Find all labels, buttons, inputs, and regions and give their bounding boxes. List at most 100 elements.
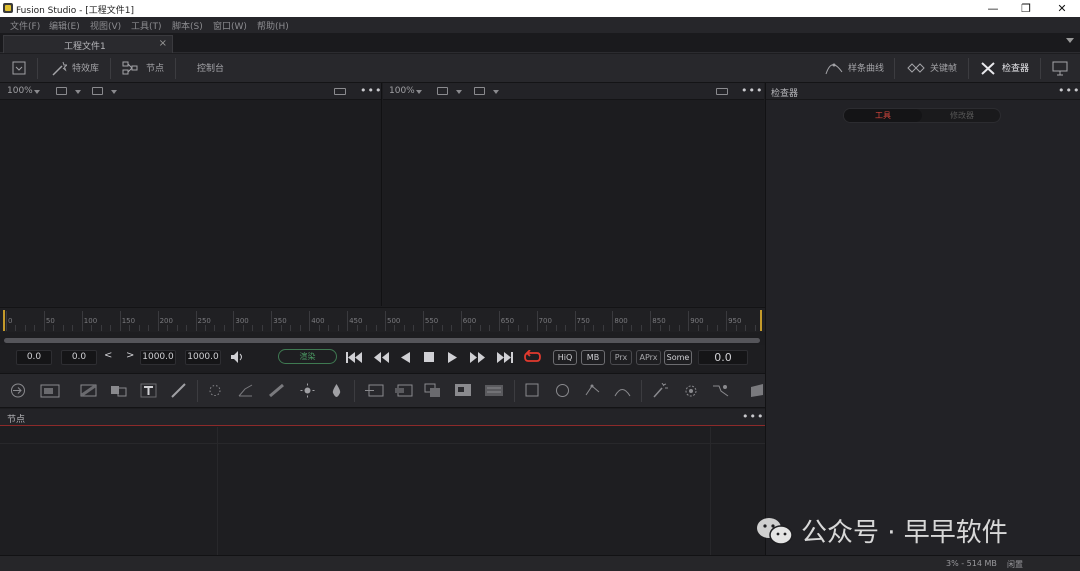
menu-edit[interactable]: 编辑(E) [49,19,80,32]
toolbar-nodes[interactable]: 节点 [146,61,164,74]
go-to-end-icon[interactable] [497,352,513,363]
polygon-tool-icon[interactable] [584,383,601,398]
inspector-tools-icon[interactable] [980,61,996,76]
particle-emitter-icon[interactable] [652,383,669,398]
spline-icon[interactable] [825,60,843,76]
menu-view[interactable]: 视图(V) [90,19,121,32]
step-back-icon[interactable] [374,352,389,363]
fullscreen-monitor-icon[interactable] [1052,61,1068,76]
tab-close-icon[interactable]: × [159,38,167,49]
render-start-field[interactable]: 0.0 [61,350,97,365]
polygon-mask-icon[interactable] [237,383,254,398]
some-toggle[interactable]: Some [664,350,692,365]
viewer-left[interactable]: 100% ••• [0,83,382,306]
inspector-options-icon[interactable]: ••• [1058,84,1080,97]
aprx-toggle[interactable]: APrx [636,350,661,365]
go-to-start-icon[interactable] [346,352,362,363]
blur-icon[interactable] [454,383,472,398]
viewer-lut-icon[interactable] [92,87,103,95]
bspline-mask-icon[interactable] [268,383,285,398]
viewer-channel-icon[interactable] [437,87,448,95]
toolbar-effects[interactable]: 特效库 [72,61,99,74]
current-time-field[interactable]: 0.0 [698,350,748,365]
mb-toggle[interactable]: MB [581,350,605,365]
rectangle-mask-icon[interactable] [524,383,541,398]
minimize-button[interactable]: — [978,1,1008,16]
maximize-button[interactable]: ❐ [1011,1,1041,16]
global-start-field[interactable]: 0.0 [16,350,52,365]
brightness-icon[interactable] [299,383,316,398]
loader-icon[interactable] [10,383,27,398]
global-end-field[interactable]: 1000.0 [185,350,221,365]
merge-icon[interactable] [364,383,384,398]
render-end-marker[interactable] [760,310,762,331]
prx-toggle[interactable]: Prx [610,350,632,365]
menu-tools[interactable]: 工具(T) [131,19,162,32]
chevron-down-icon[interactable] [416,90,422,94]
menu-file[interactable]: 文件(F) [10,19,40,32]
toolbar-keyframes[interactable]: 关键帧 [930,61,957,74]
node-editor[interactable]: 节点 ••• [0,409,765,555]
toolbar-console[interactable]: 控制台 [197,61,224,74]
tab-dropdown-icon[interactable] [1066,38,1074,43]
render-end-field[interactable]: 1000.0 [140,350,176,365]
next-frame-small-icon[interactable]: > [126,350,134,361]
saver-icon[interactable] [40,383,60,398]
viewer-aspect-icon[interactable] [334,88,346,95]
tab-modifiers[interactable]: 修改器 [924,109,1000,122]
transform-icon[interactable] [394,383,414,398]
paint-icon[interactable] [110,383,127,398]
prev-frame-small-icon[interactable]: < [104,350,112,361]
text-icon[interactable] [140,383,157,398]
time-scrub-bar[interactable] [4,338,760,343]
viewer-options-icon[interactable]: ••• [360,84,382,97]
viewer-channel-icon[interactable] [56,87,67,95]
render-button[interactable]: 渲染 [278,349,337,364]
toolbar-spline[interactable]: 样条曲线 [848,61,884,74]
brush-icon[interactable] [170,383,187,398]
hiq-toggle[interactable]: HiQ [553,350,577,365]
chevron-down-icon[interactable] [493,90,499,94]
chevron-down-icon[interactable] [456,90,462,94]
chevron-down-icon[interactable] [34,90,40,94]
tab-tools[interactable]: 工具 [844,109,922,122]
viewer-zoom[interactable]: 100% [7,86,33,96]
viewer-right[interactable]: 100% ••• [383,83,764,306]
audio-speaker-icon[interactable] [230,350,245,364]
background-icon[interactable] [80,383,97,398]
play-icon[interactable] [448,352,457,363]
bspline-tool-icon[interactable] [614,383,631,398]
node-editor-options-icon[interactable]: ••• [742,410,764,423]
keyframes-icon[interactable] [907,62,925,74]
viewer-lut-icon[interactable] [474,87,485,95]
menu-window[interactable]: 窗口(W) [213,19,247,32]
particle-render-icon[interactable] [681,383,701,398]
menu-help[interactable]: 帮助(H) [257,19,289,32]
ruler-label: 250 [197,317,211,325]
resize-icon[interactable] [424,383,442,398]
viewer-options-icon[interactable]: ••• [741,84,763,97]
nodes-icon[interactable] [122,61,138,75]
ellipse-mask-icon[interactable] [554,383,571,398]
chevron-down-icon[interactable] [111,90,117,94]
viewer-aspect-icon[interactable] [716,88,728,95]
time-ruler[interactable]: 0 50 100 150 200 250 300 350 400 450 500 550 600 650 7… [0,307,765,332]
3d-shape-icon[interactable] [748,383,764,398]
pixel-emitter-icon[interactable] [711,383,731,398]
color-corrector-icon[interactable] [328,383,345,398]
effects-wand-icon[interactable] [51,61,67,76]
stop-icon[interactable] [424,352,434,362]
step-forward-icon[interactable] [470,352,485,363]
layout-dropdown-icon[interactable] [12,61,26,75]
render-start-marker[interactable] [3,310,5,331]
play-reverse-icon[interactable] [401,352,410,363]
particles-icon[interactable] [207,383,224,398]
menu-script[interactable]: 脚本(S) [172,19,203,32]
loop-icon[interactable] [524,350,541,364]
channel-booleans-icon[interactable] [484,383,504,398]
viewer-zoom[interactable]: 100% [389,86,415,96]
toolbar-inspector[interactable]: 检查器 [1002,61,1029,74]
chevron-down-icon[interactable] [75,90,81,94]
tab-project[interactable]: 工程文件1 × [3,35,173,53]
close-button[interactable]: ✕ [1047,1,1077,16]
